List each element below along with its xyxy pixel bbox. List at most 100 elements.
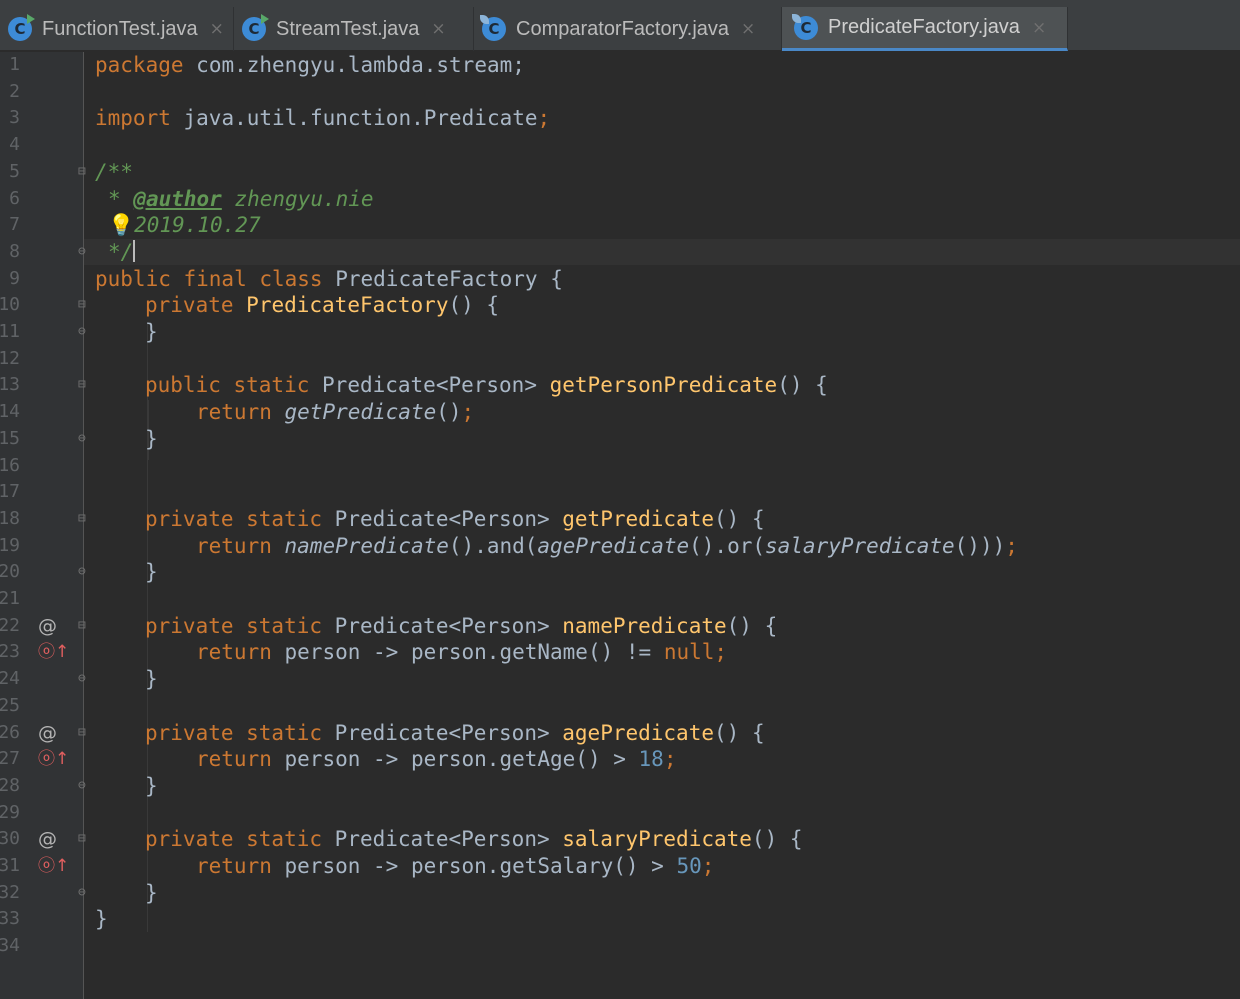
line-number: 26 [0, 721, 20, 743]
line-number: 2 [9, 80, 20, 102]
code-text[interactable]: /** [95, 159, 133, 185]
keyword: private [145, 293, 234, 318]
method-name: getPersonPredicate [549, 373, 778, 398]
return-type: Predicate<Person> [334, 720, 550, 745]
code-line-9: 9 public final class PredicateFactory { [0, 266, 1240, 293]
line-number: 8 [9, 240, 20, 262]
fold-close-icon[interactable]: ⊖ [78, 880, 86, 906]
code-text[interactable]: private static Predicate<Person> getPred… [145, 506, 765, 532]
line-number: 6 [9, 187, 20, 209]
code-text[interactable]: 💡2019.10.27 [108, 212, 261, 238]
code-line-14: 14 return getPredicate(); [0, 399, 1240, 426]
code-line-3: 3 import java.util.function.Predicate; [0, 105, 1240, 132]
code-text[interactable]: } [145, 880, 158, 906]
close-icon[interactable]: × [210, 19, 224, 39]
semicolon: ; [663, 747, 677, 772]
code-text[interactable]: return getPredicate(); [196, 399, 474, 425]
code-text[interactable]: package com.zhengyu.lambda.stream; [95, 52, 525, 78]
close-icon[interactable]: × [431, 19, 445, 39]
code-text[interactable]: return person -> person.getName() != nul… [196, 639, 727, 665]
lambda-head: person -> person. [284, 747, 500, 772]
package-name: com.zhengyu.lambda.stream; [196, 53, 525, 77]
keyword: package [95, 53, 184, 77]
code-text[interactable]: * @author zhengyu.nie [108, 186, 374, 212]
code-line-6: 6 * @author zhengyu.nie [0, 186, 1240, 213]
code-line-18: 18 ⊟ private static Predicate<Person> ge… [0, 506, 1240, 533]
fold-open-icon[interactable]: ⊟ [78, 372, 86, 398]
close-icon[interactable]: × [1032, 18, 1046, 38]
fold-close-icon[interactable]: ⊖ [78, 559, 86, 585]
code-text[interactable]: } [145, 559, 158, 585]
javadoc-tag: @author [133, 186, 222, 211]
tab-function-test[interactable]: C FunctionTest.java × [0, 7, 234, 51]
return-type: Predicate<Person> [334, 506, 550, 531]
fold-open-icon[interactable]: ⊟ [78, 826, 86, 852]
brace: } [145, 426, 158, 451]
lightbulb-icon[interactable]: 💡 [108, 213, 134, 237]
line-number: 22 [0, 614, 20, 636]
fold-close-icon[interactable]: ⊖ [78, 773, 86, 799]
implements-method-icon[interactable]: ⓞ↑ [38, 853, 69, 879]
fold-close-icon[interactable]: ⊖ [78, 666, 86, 692]
fold-open-icon[interactable]: ⊟ [78, 506, 86, 532]
fold-close-icon[interactable]: ⊖ [78, 426, 86, 452]
import-name: java.util.function.Predicate [183, 106, 538, 131]
parens: () [777, 373, 803, 398]
code-text[interactable]: } [145, 666, 158, 692]
code-text[interactable]: public final class PredicateFactory { [95, 266, 563, 292]
implements-method-icon[interactable]: ⓞ↑ [38, 746, 69, 772]
fold-close-icon[interactable]: ⊖ [78, 319, 86, 345]
line-number: 15 [0, 427, 20, 449]
method-name: getPredicate [562, 506, 714, 531]
lambda-marker-icon[interactable]: @ [38, 826, 57, 852]
semicolon: ; [537, 106, 551, 131]
code-text[interactable]: return person -> person.getAge() > 18; [196, 746, 676, 772]
code-text[interactable]: import java.util.function.Predicate; [95, 105, 550, 131]
tab-stream-test[interactable]: C StreamTest.java × [234, 7, 474, 51]
code-text[interactable]: private static Predicate<Person> agePred… [145, 720, 765, 746]
code-text[interactable]: } [145, 426, 158, 452]
doc-comment: 2019.10.27 [134, 213, 261, 238]
fold-open-icon[interactable]: ⊟ [78, 159, 86, 185]
code-text[interactable]: } [145, 319, 158, 345]
tab-label: StreamTest.java [276, 17, 420, 40]
fold-open-icon[interactable]: ⊟ [78, 613, 86, 639]
code-text[interactable]: } [95, 906, 108, 932]
code-text[interactable]: } [145, 773, 158, 799]
parens: () [751, 827, 778, 852]
fold-open-icon[interactable]: ⊟ [78, 720, 86, 746]
close-icon[interactable]: × [741, 19, 755, 39]
return-type: Predicate<Person> [322, 373, 537, 398]
method-call: agePredicate [537, 533, 690, 558]
code-text[interactable]: public static Predicate<Person> getPerso… [145, 372, 828, 398]
code-text[interactable]: return namePredicate().and(agePredicate(… [196, 533, 1018, 559]
code-line-27: 27 ⓞ↑ return person -> person.getAge() >… [0, 746, 1240, 773]
code-text[interactable]: */ [108, 239, 136, 265]
code-line-8: 8 ⊖ */ [0, 239, 1240, 266]
code-line-12: 12 [0, 346, 1240, 373]
code-editor[interactable]: 1 package com.zhengyu.lambda.stream; 2 3… [0, 52, 1240, 999]
line-number: 28 [0, 774, 20, 796]
line-number: 11 [0, 321, 20, 342]
fold-open-icon[interactable]: ⊟ [78, 292, 86, 318]
code-text[interactable]: private PredicateFactory() { [145, 292, 499, 318]
code-text[interactable]: return person -> person.getSalary() > 50… [196, 853, 714, 879]
tab-predicate-factory[interactable]: C PredicateFactory.java × [782, 7, 1068, 51]
lambda-marker-icon[interactable]: @ [38, 720, 57, 746]
code-text[interactable]: private static Predicate<Person> namePre… [145, 613, 777, 639]
lambda-marker-icon[interactable]: @ [38, 613, 57, 639]
line-number: 20 [0, 561, 20, 583]
lambda-head: person -> person. [284, 640, 500, 665]
parens: () [713, 506, 740, 531]
method-name: namePredicate [562, 613, 727, 638]
line-number: 3 [9, 107, 20, 129]
method-call: getName() != [499, 640, 664, 665]
implements-method-icon[interactable]: ⓞ↑ [38, 639, 69, 665]
class-icon: C [792, 13, 818, 40]
tab-comparator-factory[interactable]: C ComparatorFactory.java × [474, 7, 782, 51]
doc-comment: zhengyu.nie [234, 186, 374, 211]
code-line-20: 20 ⊖ } [0, 559, 1240, 586]
doc-comment: */ [108, 239, 134, 264]
code-text[interactable]: private static Predicate<Person> salaryP… [145, 826, 803, 852]
fold-close-icon[interactable]: ⊖ [78, 239, 86, 265]
